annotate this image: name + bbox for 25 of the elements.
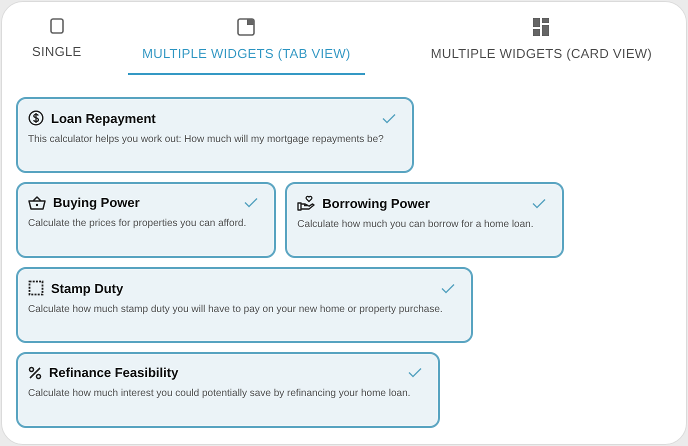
card-description: Calculate how much interest you could potentially save by refinancing your home loan. [28,388,412,399]
tab[interactable]: MULTIPLE WIDGETS (CARD VIEW) [416,10,666,75]
tab[interactable]: SINGLE [18,10,96,73]
calculator-card[interactable]: Stamp Duty Calculate how much stamp duty you will have to pay on your new home or property purchase. [16,267,473,343]
hand-heart-icon [297,195,316,211]
card-title: Refinance Feasibility [49,365,180,380]
calculator-card[interactable]: Borrowing Power Calculate how much you can borrow for a home loan. [285,182,564,258]
calculator-card[interactable]: Buying Power Calculate the prices for properties you can afford. [16,182,276,258]
card-description: Calculate the prices for properties you can afford. [28,218,248,229]
basket-icon [28,196,46,210]
square-icon [50,18,64,34]
calculator-card[interactable]: Loan Repayment This calculator helps you work out: How much will my mortgage repayments be? [16,97,414,173]
card-description: Calculate how much stamp duty you will have to pay on your new home or property purchase. [28,304,444,315]
calculator-card[interactable]: Refinance Feasibility Calculate how much interest you could potentially save by refinancing your home loan. [16,352,440,428]
card-title: Borrowing Power [322,196,431,210]
card-title: Stamp Duty [51,280,124,296]
card-title: Loan Repayment [51,110,157,126]
card-title: Buying Power [53,195,141,210]
percent-icon [28,366,42,380]
stamp-icon [28,280,44,296]
dollar-icon [28,110,44,126]
card-description: Calculate how much you can borrow for a home loan. [297,219,535,230]
dashboard-icon [533,18,550,36]
card-description: This calculator helps you work out: How much will my mortgage repayments be? [28,134,385,145]
window-icon [237,18,256,36]
